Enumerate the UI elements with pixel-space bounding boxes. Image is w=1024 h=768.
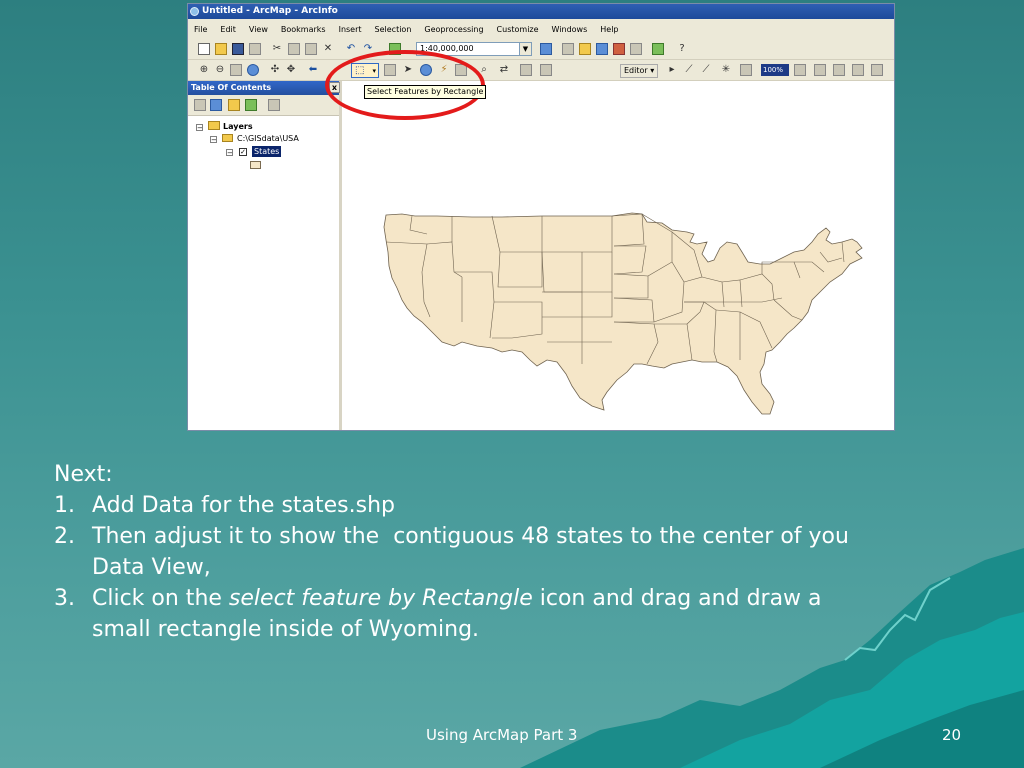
chevron-down-icon[interactable]: ▼ bbox=[519, 43, 531, 55]
window-title: Untitled - ArcMap - ArcInfo bbox=[202, 6, 338, 16]
menu-customize[interactable]: Customize bbox=[497, 25, 539, 34]
instruction-item-1: 1. Add Data for the states.shp bbox=[54, 490, 874, 521]
collapse-layers-icon[interactable]: − bbox=[196, 124, 203, 132]
toc-tree: − Layers − C:\GISdata\USA − ✓ States bbox=[188, 116, 339, 416]
standard-toolbar: ✂ ✕ ↶ ↷ 1:40,000,000 ▼ ? bbox=[188, 39, 894, 60]
toc-window-icon[interactable] bbox=[562, 43, 574, 55]
instructions-intro: Next: bbox=[54, 462, 113, 487]
menu-bookmarks[interactable]: Bookmarks bbox=[281, 25, 326, 34]
search-window-icon[interactable] bbox=[596, 43, 608, 55]
time-slider-icon[interactable] bbox=[520, 64, 532, 76]
instruction-text-3-em: select feature by Rectangle bbox=[228, 586, 533, 611]
slide-instructions: Next: 1. Add Data for the states.shp 2. … bbox=[54, 459, 874, 645]
editor-menu-button[interactable]: Editor ▾ bbox=[620, 64, 659, 78]
open-folder-icon[interactable] bbox=[215, 43, 227, 55]
states-symbol-swatch[interactable] bbox=[250, 161, 261, 169]
change-layout-icon[interactable] bbox=[852, 64, 864, 76]
instruction-number-3: 3. bbox=[54, 586, 75, 611]
tools-toolbar: ⊕ ⊖ ✣ ✥ ⬅ ⬚ ▾ ➤ ⚡ ⌕ ⇄ Editor ▾ ▸ ⟋ ⟋ ✳ 1… bbox=[188, 60, 894, 81]
collapse-layer-icon[interactable]: − bbox=[226, 149, 233, 157]
undo-icon[interactable]: ↶ bbox=[345, 43, 357, 55]
list-by-visibility-icon[interactable] bbox=[228, 99, 240, 111]
map-data-view[interactable] bbox=[342, 102, 894, 431]
edit-tool-icon[interactable]: ▸ bbox=[666, 64, 678, 76]
toc-options-icon[interactable] bbox=[268, 99, 280, 111]
usa-states-map[interactable] bbox=[342, 102, 894, 431]
pan-icon[interactable] bbox=[230, 64, 242, 76]
list-by-source-icon[interactable] bbox=[210, 99, 222, 111]
zoom-in-icon[interactable]: ⊕ bbox=[198, 64, 210, 76]
layout-zoom-icon[interactable] bbox=[740, 64, 752, 76]
instruction-item-3: 3. Click on the select feature by Rectan… bbox=[54, 583, 874, 645]
help-icon[interactable]: ? bbox=[676, 43, 688, 55]
states-layer-node[interactable]: States bbox=[252, 146, 282, 157]
menu-selection[interactable]: Selection bbox=[375, 25, 412, 34]
globe-icon bbox=[190, 7, 199, 16]
layers-icon bbox=[208, 121, 220, 130]
data-driven-pages-icon[interactable] bbox=[871, 64, 883, 76]
point-tool-icon[interactable]: ✳ bbox=[720, 64, 732, 76]
straight-segment-icon[interactable]: ⟋ bbox=[683, 64, 695, 76]
instruction-item-2: 2. Then adjust it to show the contiguous… bbox=[54, 521, 874, 583]
toggle-draft-icon[interactable] bbox=[814, 64, 826, 76]
zoom-out-icon[interactable]: ⊖ bbox=[214, 64, 226, 76]
folder-icon bbox=[222, 134, 233, 142]
menu-windows[interactable]: Windows bbox=[552, 25, 588, 34]
toc-title-label: Table Of Contents bbox=[191, 83, 272, 92]
zoom-dropdown-icon[interactable] bbox=[794, 64, 806, 76]
model-builder-icon[interactable] bbox=[652, 43, 664, 55]
catalog-icon[interactable] bbox=[579, 43, 591, 55]
list-by-selection-icon[interactable] bbox=[245, 99, 257, 111]
copy-icon[interactable] bbox=[288, 43, 300, 55]
full-extent-icon[interactable] bbox=[247, 64, 259, 76]
create-viewer-icon[interactable] bbox=[540, 64, 552, 76]
window-titlebar: Untitled - ArcMap - ArcInfo bbox=[188, 4, 894, 19]
slide-footer: Using ArcMap Part 3 bbox=[426, 726, 578, 744]
trace-icon[interactable]: ⟋ bbox=[700, 64, 712, 76]
instruction-number-1: 1. bbox=[54, 493, 75, 518]
instruction-number-2: 2. bbox=[54, 524, 75, 549]
instruction-text-1: Add Data for the states.shp bbox=[92, 493, 396, 518]
menu-file[interactable]: File bbox=[194, 25, 207, 34]
focus-data-frame-icon[interactable] bbox=[833, 64, 845, 76]
select-features-tooltip: Select Features by Rectangle bbox=[364, 85, 487, 99]
slide-page-number: 20 bbox=[942, 726, 962, 744]
table-of-contents-panel: Table Of Contents x − Layers − C:\GISdat… bbox=[188, 81, 342, 430]
back-extent-icon[interactable]: ⬅ bbox=[307, 64, 319, 76]
measure-icon[interactable]: ⇄ bbox=[498, 64, 510, 76]
python-window-icon[interactable] bbox=[630, 43, 642, 55]
folder-node[interactable]: C:\GISdata\USA bbox=[237, 133, 299, 144]
toc-title: Table Of Contents x bbox=[188, 81, 340, 95]
states-visibility-checkbox[interactable]: ✓ bbox=[239, 148, 247, 156]
print-icon[interactable] bbox=[249, 43, 261, 55]
menu-insert[interactable]: Insert bbox=[339, 25, 362, 34]
menu-geoprocessing[interactable]: Geoprocessing bbox=[424, 25, 483, 34]
zoom-percent-input[interactable]: 100% bbox=[761, 64, 789, 76]
menu-view[interactable]: View bbox=[249, 25, 268, 34]
toc-toolbar bbox=[188, 95, 339, 116]
paste-icon[interactable] bbox=[305, 43, 317, 55]
new-document-icon[interactable] bbox=[198, 43, 210, 55]
arcmap-window: Untitled - ArcMap - ArcInfo File Edit Vi… bbox=[187, 3, 895, 431]
list-by-drawing-order-icon[interactable] bbox=[194, 99, 206, 111]
layers-node[interactable]: Layers bbox=[223, 121, 253, 132]
editor-toolbar-icon[interactable] bbox=[540, 43, 552, 55]
cut-icon[interactable]: ✂ bbox=[271, 43, 283, 55]
save-icon[interactable] bbox=[232, 43, 244, 55]
delete-icon[interactable]: ✕ bbox=[322, 43, 334, 55]
instruction-text-2: Then adjust it to show the contiguous 48… bbox=[92, 524, 856, 580]
fixed-zoom-out-icon[interactable]: ✥ bbox=[285, 64, 297, 76]
collapse-folder-icon[interactable]: − bbox=[210, 136, 217, 144]
instruction-text-3-pre: Click on the bbox=[92, 586, 229, 611]
menu-edit[interactable]: Edit bbox=[220, 25, 236, 34]
menu-bar: File Edit View Bookmarks Insert Selectio… bbox=[188, 19, 894, 39]
arctoolbox-icon[interactable] bbox=[613, 43, 625, 55]
menu-help[interactable]: Help bbox=[600, 25, 618, 34]
usa-outline bbox=[383, 212, 863, 415]
fixed-zoom-in-icon[interactable]: ✣ bbox=[269, 64, 281, 76]
